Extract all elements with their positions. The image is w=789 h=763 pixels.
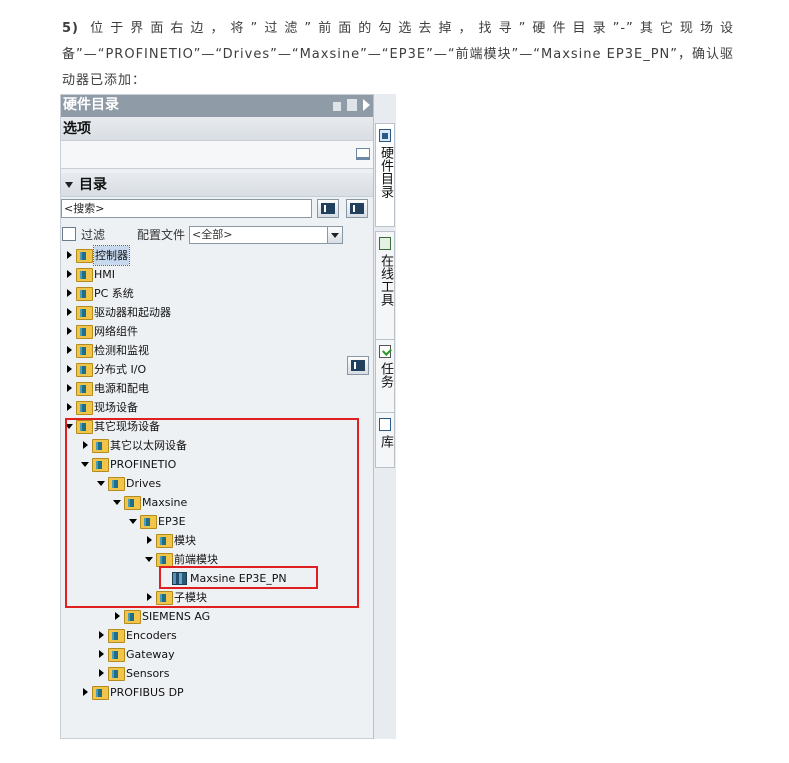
tree-node-label: 检测和监视: [94, 344, 149, 357]
tree-node[interactable]: SIEMENS AG: [61, 607, 374, 626]
tree-node-label: 分布式 I/O: [94, 363, 147, 376]
folder-icon: [108, 648, 125, 662]
side-tab-label: 硬件目录: [378, 146, 393, 198]
collapsed-arrow-icon[interactable]: [67, 308, 72, 316]
panel-titlebar: 硬件目录: [61, 95, 374, 117]
profile-select-value: <全部>: [192, 228, 233, 241]
tree-node-label: 驱动器和起动器: [94, 306, 171, 319]
folder-icon: [76, 382, 93, 396]
tree-node[interactable]: 检测和监视: [61, 341, 374, 360]
tree-node[interactable]: PROFIBUS DP: [61, 683, 374, 702]
filter-checkbox[interactable]: [62, 227, 76, 241]
side-tab[interactable]: 在线工具: [375, 231, 395, 343]
tree-node-label: 现场设备: [94, 401, 138, 414]
tree-node-label: PC 系统: [94, 287, 134, 300]
search-up-icon: [350, 203, 364, 214]
collapsed-arrow-icon[interactable]: [67, 384, 72, 392]
collapsed-arrow-icon[interactable]: [99, 669, 104, 677]
collapse-arrow-icon[interactable]: [363, 99, 370, 111]
side-tab-label: 任务: [378, 362, 393, 388]
tree-node-label: 电源和配电: [94, 382, 149, 395]
panel-title: 硬件目录: [63, 97, 119, 113]
float-icon[interactable]: [333, 101, 341, 111]
collapsed-arrow-icon[interactable]: [99, 631, 104, 639]
instruction-text: 5) 位于界面右边，将”过滤”前面的勾选去掉，找寻”硬件目录”-”其它现场设备”…: [62, 16, 734, 94]
tree-node-label: HMI: [94, 268, 116, 281]
catalog-section-header[interactable]: 目录: [61, 173, 374, 197]
folder-icon: [76, 249, 93, 263]
tree-node[interactable]: 驱动器和起动器: [61, 303, 374, 322]
collapsed-arrow-icon[interactable]: [83, 688, 88, 696]
chevron-down-icon[interactable]: [65, 182, 73, 188]
side-tab[interactable]: 任务: [375, 339, 395, 413]
collapsed-arrow-icon[interactable]: [67, 346, 72, 354]
folder-icon: [76, 325, 93, 339]
tree-node-label: Sensors: [126, 667, 170, 680]
collapsed-arrow-icon[interactable]: [67, 403, 72, 411]
folder-icon: [76, 268, 93, 282]
tree-node[interactable]: 分布式 I/O: [61, 360, 374, 379]
search-down-icon: [321, 203, 335, 214]
folder-icon: [76, 363, 93, 377]
tree-node[interactable]: 现场设备: [61, 398, 374, 417]
collapsed-arrow-icon[interactable]: [67, 270, 72, 278]
side-tab-label: 库: [378, 435, 393, 448]
catalog-icon: [379, 129, 391, 142]
folder-icon: [108, 629, 125, 643]
tree-node[interactable]: PC 系统: [61, 284, 374, 303]
tree-node[interactable]: Sensors: [61, 664, 374, 683]
search-input[interactable]: <搜索>: [61, 199, 312, 218]
step-number: 5): [62, 21, 79, 36]
folder-icon: [124, 610, 141, 624]
catalog-header-label: 目录: [79, 177, 107, 193]
tree-node-label: PROFIBUS DP: [110, 686, 184, 699]
tree-node-label: 控制器: [93, 245, 130, 266]
tree-node[interactable]: 电源和配电: [61, 379, 374, 398]
tree-node-label: SIEMENS AG: [142, 610, 211, 623]
side-tab[interactable]: 库: [375, 412, 395, 468]
folder-icon: [92, 686, 109, 700]
online-tools-icon: [379, 237, 391, 250]
search-down-button[interactable]: [317, 199, 339, 218]
hardware-catalog-panel: 硬件目录 选项 目录 <搜索> 过滤 配置文件 <全部> 控制器 HMI PC 系统…: [60, 94, 396, 739]
options-header-label: 选项: [63, 121, 91, 137]
titlebar-buttons: [333, 99, 370, 111]
profile-select[interactable]: <全部>: [189, 226, 343, 244]
filter-label: 过滤: [81, 228, 106, 242]
collapsed-arrow-icon[interactable]: [67, 365, 72, 373]
tree-node[interactable]: 控制器: [61, 245, 374, 266]
tasks-icon: [379, 345, 391, 358]
collapsed-arrow-icon[interactable]: [67, 327, 72, 335]
tree-node-label: Gateway: [126, 648, 175, 661]
library-icon: [379, 418, 391, 431]
tree-node-label: Encoders: [126, 629, 177, 642]
profile-label: 配置文件: [137, 228, 186, 242]
folder-icon: [76, 306, 93, 320]
folder-icon: [76, 344, 93, 358]
options-section-header[interactable]: 选项: [61, 117, 374, 141]
annotation-box-maxsine-device: [159, 566, 318, 589]
tile-icon[interactable]: [347, 99, 357, 111]
collapsed-arrow-icon[interactable]: [99, 650, 104, 658]
side-tab[interactable]: 硬件目录: [375, 123, 395, 227]
tree-node[interactable]: Gateway: [61, 645, 374, 664]
collapsed-arrow-icon[interactable]: [67, 289, 72, 297]
instruction-body: 位于界面右边，将”过滤”前面的勾选去掉，找寻”硬件目录”-”其它现场设备”—“P…: [62, 21, 734, 88]
folder-icon: [108, 667, 125, 681]
collapsed-arrow-icon[interactable]: [115, 612, 120, 620]
options-view-icon[interactable]: [356, 148, 370, 160]
tree-node[interactable]: 网络组件: [61, 322, 374, 341]
options-body: [61, 141, 374, 169]
dropdown-arrow-icon[interactable]: [327, 227, 342, 243]
collapsed-arrow-icon[interactable]: [67, 251, 72, 259]
filter-row: 过滤 配置文件 <全部>: [61, 225, 374, 375]
tree-node[interactable]: Encoders: [61, 626, 374, 645]
side-tab-label: 在线工具: [378, 254, 393, 306]
tree-node-label: 网络组件: [94, 325, 138, 338]
folder-icon: [76, 401, 93, 415]
side-tab-bar: 硬件目录在线工具任务库: [373, 94, 396, 739]
search-up-button[interactable]: [346, 199, 368, 218]
tree-node[interactable]: HMI: [61, 265, 374, 284]
folder-icon: [76, 287, 93, 301]
